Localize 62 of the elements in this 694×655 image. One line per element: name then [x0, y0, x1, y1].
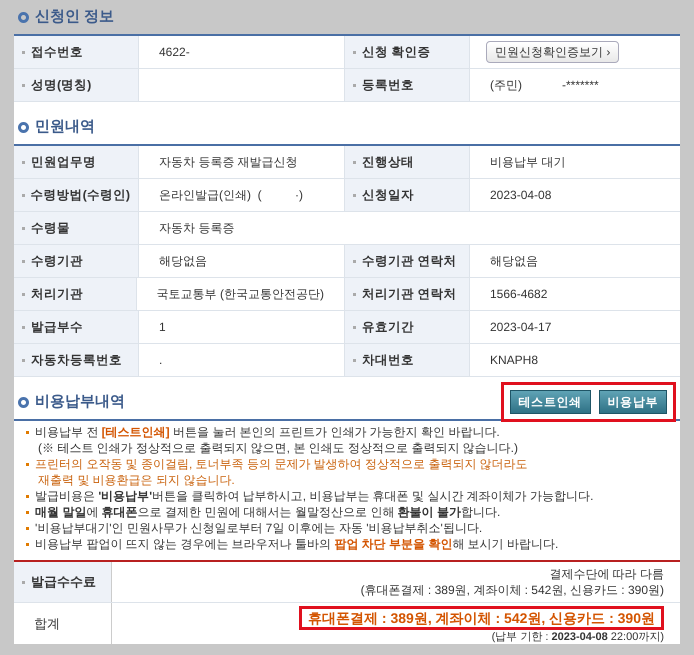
bullet-icon	[26, 527, 29, 530]
field-value: KNAPH8	[490, 352, 538, 369]
field-value: 4622-	[159, 44, 190, 61]
circle-bullet-icon	[18, 122, 29, 132]
notice-text: 매월 말일에 휴대폰으로 결제한 민원에 대해서는 월말정산으로 인해 환불이 불가합니다.	[35, 505, 500, 520]
field-label: 수령기관	[14, 245, 139, 277]
bullet-icon	[26, 511, 29, 514]
section-title: 민원내역	[35, 116, 95, 137]
fee-breakdown: (휴대폰결제 : 389원, 계좌이체 : 542원, 신용카드 : 390원)	[360, 582, 664, 598]
field-label: 처리기관	[14, 278, 137, 310]
field-label: 발급수수료	[14, 562, 112, 602]
notice-text: 발급비용은 '비용납부'버튼을 클릭하여 납부하시고, 비용납부는 휴대폰 및 실시간 계좌이체가 가능합니다.	[35, 489, 594, 504]
notice-text: '비용납부대기'인 민원사무가 신청일로부터 7일 이후에는 자동 '비용납부취소'됩니다.	[35, 521, 482, 536]
field-label: 성명(명칭)	[14, 69, 139, 101]
section-title: 신청인 정보	[35, 6, 114, 27]
field-value: 국토교통부 (한국교통안전공단)	[156, 286, 324, 303]
field-label: 수령기관 연락처	[345, 245, 470, 277]
field-label: 신청 확인증	[345, 36, 470, 68]
field-label: 처리기관 연락처	[345, 278, 470, 310]
field-value: 해당없음	[490, 253, 538, 270]
field-label: 등록번호	[345, 69, 470, 101]
field-label: 자동차등록번호	[14, 344, 139, 376]
view-certificate-button[interactable]: 민원신청확인증보기 ›	[486, 41, 620, 63]
field-label: 수령방법(수령인)	[14, 179, 139, 211]
field-label: 진행상태	[345, 146, 470, 178]
notice-text: 비용납부 팝업이 뜨지 않는 경우에는 브라우저나 툴바의 팝업 차단 부분을 확인해 보시기 바랍니다.	[35, 537, 558, 552]
field-value: (주민)	[490, 77, 522, 94]
field-value: 2023-04-08	[490, 187, 552, 204]
field-value: -*******	[562, 77, 599, 94]
field-label: 신청일자	[345, 179, 470, 211]
notice-text: 비용납부 전 [테스트인쇄] 버튼을 눌러 본인의 프린트가 인쇄가 가능한지 확인 바랍니다.	[35, 425, 500, 440]
field-value: 2023-04-17	[490, 319, 552, 336]
field-value: .	[159, 352, 162, 369]
field-label: 합계	[14, 603, 112, 644]
bullet-icon	[26, 431, 29, 434]
section-title: 비용납부내역	[35, 392, 125, 412]
field-label: 차대번호	[345, 344, 470, 376]
field-value: 비용납부 대기	[490, 154, 566, 171]
field-value: 자동차 등록증	[159, 220, 234, 237]
notice-text: (※ 테스트 인쇄가 정상적으로 출력되지 않으면, 본 인쇄도 정상적으로 출력되지 않습니다.)	[37, 441, 519, 456]
bullet-icon	[26, 495, 29, 498]
field-value: 해당없음	[159, 253, 207, 270]
payment-deadline: (납부 기한 : 2023-04-08 22:00까지)	[492, 630, 664, 644]
action-button[interactable]: 테스트인쇄	[510, 390, 591, 414]
field-label: 민원업무명	[14, 146, 139, 178]
field-value: 1	[159, 319, 166, 336]
circle-bullet-icon	[18, 12, 29, 22]
total-amount: 휴대폰결제 : 389원, 계좌이체 : 542원, 신용카드 : 390원	[299, 606, 664, 630]
field-label: 수령물	[14, 212, 139, 244]
field-value: 온라인발급(인쇄) ( ·)	[159, 187, 303, 204]
circle-bullet-icon	[18, 396, 29, 408]
field-label: 발급부수	[14, 311, 139, 343]
bullet-icon	[26, 463, 29, 466]
bullet-icon	[26, 543, 29, 546]
action-button[interactable]: 비용납부	[598, 390, 667, 414]
fee-note: 결제수단에 따라 다름	[549, 566, 664, 582]
notice-text: 프린터의 오작동 및 종이걸림, 토너부족 등의 문제가 발생하여 정상적으로 출력되지 않더라도	[35, 457, 528, 472]
notice-text: 재출력 및 비용환급은 되지 않습니다.	[37, 473, 236, 488]
field-value: 자동차 등록증 재발급신청	[159, 154, 298, 171]
field-label: 접수번호	[14, 36, 139, 68]
field-value: 1566-4682	[490, 286, 548, 303]
field-label: 유효기간	[345, 311, 470, 343]
